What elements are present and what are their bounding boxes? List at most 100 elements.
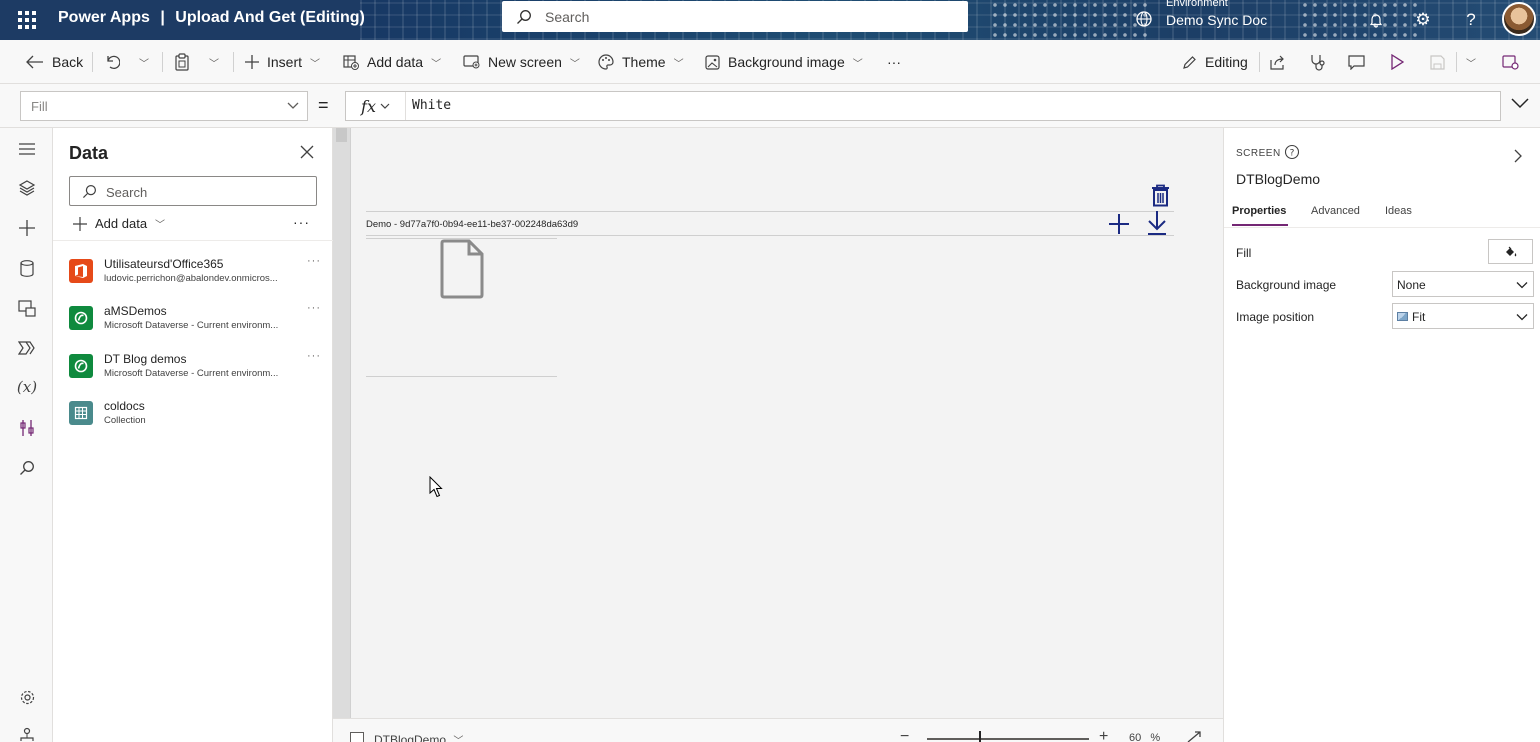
zoom-out-button[interactable]: − — [900, 728, 909, 742]
screen-select-checkbox[interactable] — [350, 732, 364, 742]
zoom-in-button[interactable]: + — [1099, 728, 1108, 742]
app-checker-button[interactable] — [1309, 40, 1326, 84]
tab-advanced[interactable]: Advanced — [1311, 205, 1360, 217]
undo-button[interactable] — [104, 40, 120, 84]
notifications-bell-icon[interactable] — [1364, 8, 1388, 32]
theme-button[interactable]: Theme ﹀ — [598, 40, 684, 84]
gallery-item-border — [366, 376, 557, 377]
background-image-button[interactable]: Background image ﹀ — [705, 40, 863, 84]
dataverse-icon — [69, 354, 93, 378]
canvas-status-bar: DTBlogDemo ﹀ − + 60 % — [333, 718, 1223, 742]
media-icon[interactable] — [16, 297, 38, 319]
paste-dropdown-button[interactable]: ﹀ — [209, 40, 219, 84]
chevron-down-icon — [380, 103, 390, 109]
app-screen-canvas[interactable]: Demo - 9d77a7f0-0b94-ee11-be37-002248da6… — [350, 128, 1223, 718]
help-question-icon[interactable]: ? — [1459, 8, 1483, 32]
data-source-more-button[interactable]: ··· — [307, 255, 321, 267]
image-position-dropdown[interactable]: Fit — [1392, 303, 1534, 329]
data-source-item[interactable]: coldocs Collection — [69, 399, 325, 439]
undo-dropdown-button[interactable]: ﹀ — [139, 40, 149, 84]
settings-gear-icon[interactable]: ⚙ — [1411, 8, 1435, 32]
save-icon — [1430, 54, 1445, 70]
gallery-row-border — [366, 235, 1174, 236]
settings-gear-icon[interactable] — [16, 686, 38, 708]
data-source-more-button[interactable]: ··· — [307, 350, 321, 362]
tab-ideas[interactable]: Ideas — [1385, 205, 1412, 217]
globe-icon — [1136, 11, 1152, 27]
svg-text:?: ? — [1290, 149, 1295, 159]
variables-x-icon[interactable]: (x) — [16, 376, 38, 398]
user-avatar[interactable] — [1502, 2, 1536, 36]
chevron-down-icon: ﹀ — [155, 220, 166, 231]
paint-bucket-icon — [1505, 246, 1516, 256]
canvas-vertical-scrollbar[interactable] — [333, 128, 350, 718]
comments-button[interactable] — [1348, 40, 1365, 84]
active-tab-indicator — [1232, 224, 1288, 226]
download-arrow-icon[interactable] — [1147, 211, 1167, 235]
paste-button[interactable] — [174, 40, 190, 84]
property-selector[interactable]: Fill — [20, 91, 308, 121]
zoom-slider-handle[interactable] — [979, 731, 981, 742]
function-picker-button[interactable]: fx — [346, 92, 406, 120]
data-source-subtitle: ludovic.perrichon@abalondev.onmicros... — [104, 273, 278, 284]
fx-icon: fx — [361, 96, 376, 116]
arrow-left-icon — [26, 55, 43, 69]
add-data-button[interactable]: Add data ﹀ — [343, 40, 441, 84]
fill-color-picker-button[interactable] — [1488, 239, 1533, 264]
chevron-down-icon — [1516, 282, 1528, 289]
data-panel-more-button[interactable]: ··· — [293, 214, 310, 230]
data-source-item[interactable]: DT Blog demos Microsoft Dataverse - Curr… — [69, 350, 325, 392]
close-icon[interactable] — [299, 144, 315, 160]
theme-label: Theme — [622, 54, 666, 70]
document-file-icon[interactable] — [439, 239, 485, 299]
tab-divider — [1224, 227, 1540, 228]
chevron-down-icon: ﹀ — [139, 58, 149, 70]
chevron-down-icon: ﹀ — [852, 58, 863, 70]
search-icon — [517, 10, 531, 24]
data-cylinder-icon[interactable] — [16, 257, 38, 279]
new-screen-button[interactable]: New screen ﹀ — [463, 40, 580, 84]
fit-to-window-icon[interactable] — [1187, 731, 1201, 742]
add-plus-icon[interactable] — [1109, 214, 1129, 234]
hamburger-menu-icon[interactable] — [16, 138, 38, 160]
data-source-item[interactable]: Utilisateursd'Office365 ludovic.perricho… — [69, 255, 325, 297]
tab-properties[interactable]: Properties — [1232, 205, 1286, 217]
background-image-dropdown[interactable]: None — [1392, 271, 1534, 297]
share-button[interactable] — [1270, 40, 1287, 84]
power-automate-icon[interactable] — [16, 337, 38, 359]
data-source-item[interactable]: aMSDemos Microsoft Dataverse - Current e… — [69, 302, 325, 344]
clipboard-icon — [175, 53, 189, 71]
tree-view-layers-icon[interactable] — [16, 177, 38, 199]
save-dropdown-button[interactable]: ﹀ — [1466, 40, 1476, 84]
virtual-agent-icon[interactable] — [16, 724, 38, 742]
data-search-input[interactable]: Search — [69, 176, 317, 206]
insert-button[interactable]: Insert ﹀ — [245, 40, 320, 84]
trash-delete-icon[interactable] — [1151, 184, 1170, 207]
command-bar: Back ﹀ ﹀ Insert ﹀ Add data ﹀ New screen … — [0, 40, 1540, 84]
editing-mode-button[interactable]: Editing — [1182, 40, 1248, 84]
back-button[interactable]: Back — [26, 40, 83, 84]
toolbar-divider — [233, 52, 234, 72]
formula-input[interactable]: fx White — [345, 91, 1501, 121]
expand-formula-chevron-icon[interactable] — [1510, 96, 1530, 110]
more-commands-button[interactable]: ··· — [887, 40, 901, 84]
add-data-source-button[interactable]: Add data ﹀ — [73, 216, 165, 231]
publish-button[interactable] — [1502, 40, 1519, 84]
preview-play-button[interactable] — [1390, 40, 1404, 84]
help-question-circle-icon[interactable]: ? — [1284, 144, 1300, 160]
zoom-slider-track[interactable] — [927, 738, 1089, 740]
background-image-value: None — [1397, 278, 1426, 292]
global-search-input[interactable]: Search — [502, 1, 968, 32]
chevron-right-icon[interactable] — [1512, 148, 1524, 164]
app-launcher-icon[interactable] — [16, 9, 38, 31]
more-label: ··· — [887, 54, 901, 70]
image-position-property-label: Image position — [1236, 310, 1315, 324]
data-source-more-button[interactable]: ··· — [307, 302, 321, 314]
save-button[interactable] — [1430, 40, 1445, 84]
add-data-label: Add data — [367, 54, 424, 70]
demo-record-label[interactable]: Demo - 9d77a7f0-0b94-ee11-be37-002248da6… — [366, 219, 578, 230]
insert-plus-icon[interactable] — [16, 217, 38, 239]
current-screen-selector[interactable]: DTBlogDemo ﹀ — [374, 732, 463, 742]
advanced-tools-icon[interactable] — [16, 417, 38, 439]
search-icon[interactable] — [16, 457, 38, 479]
